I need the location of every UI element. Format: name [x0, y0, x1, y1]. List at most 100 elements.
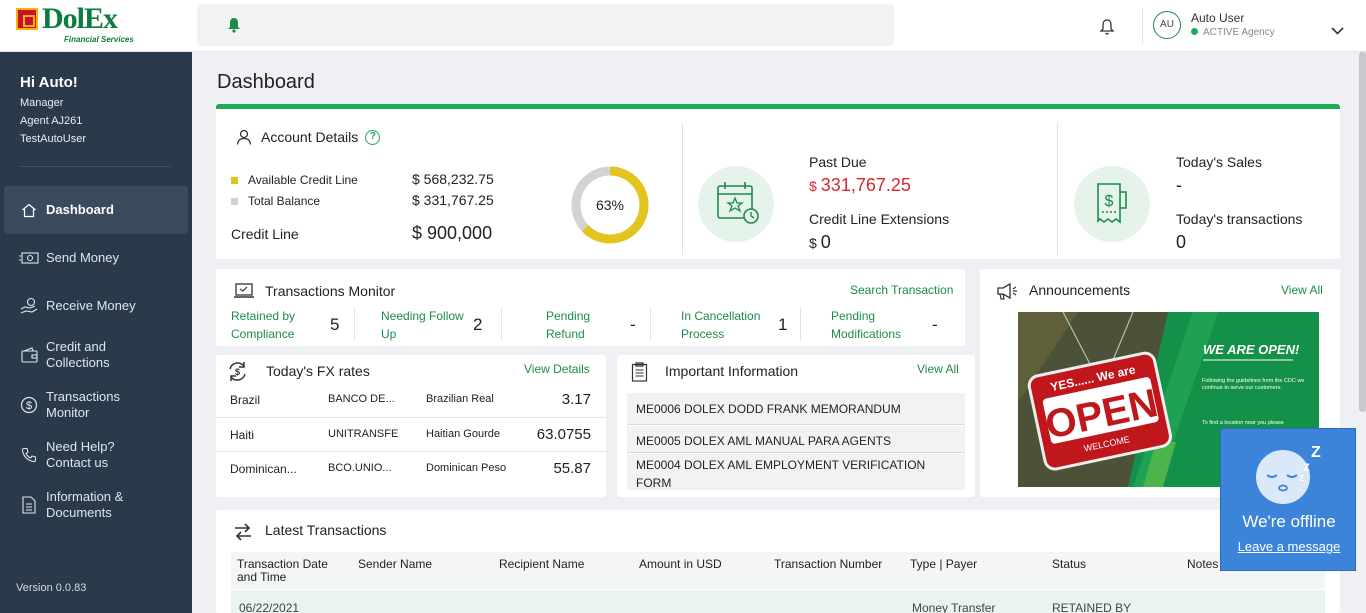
sidebar-item-label: Send Money	[46, 250, 119, 265]
calendar-icon	[698, 166, 774, 242]
info-item[interactable]: ME0005 DOLEX AML MANUAL PARA AGENTS	[627, 426, 965, 453]
notifications-bell-icon[interactable]	[1099, 18, 1115, 41]
dolex-logo[interactable]: DolEx Financial Services	[16, 2, 136, 46]
fx-row: Brazil BANCO DE... Brazilian Real 3.17	[216, 383, 606, 417]
wallet-icon	[18, 347, 40, 363]
tm-label-line1: Pending	[546, 309, 591, 323]
greeting: Hi Auto!	[20, 74, 78, 91]
fx-currency: Dominican Peso	[426, 462, 507, 474]
column-header-sender[interactable]: Sender Name	[358, 558, 432, 571]
row-type: Money Transfer	[912, 601, 996, 613]
donut-percent-label: 63%	[596, 197, 624, 213]
green-bell-icon[interactable]	[227, 17, 241, 38]
logo-wordmark: DolEx	[42, 2, 118, 35]
column-header-date[interactable]: Transaction Date and Time	[237, 558, 337, 584]
available-credit-value: $ 568,232.75	[412, 171, 494, 187]
svg-text:Z: Z	[1311, 444, 1321, 461]
past-due-value: $331,767.25	[809, 175, 911, 196]
transactions-monitor-title: Transactions Monitor	[265, 283, 396, 299]
available-credit-label: Available Credit Line	[248, 173, 358, 187]
sidebar-item-send-money[interactable]: Send Money	[4, 234, 188, 282]
tm-label-line1: In Cancellation	[681, 309, 761, 323]
todays-sales-value: -	[1176, 175, 1182, 195]
sidebar-item-credit-collections[interactable]: Credit and Collections	[4, 330, 188, 380]
table-row[interactable]: 06/22/2021 Money Transfer RETAINED BY	[231, 590, 1325, 613]
info-item[interactable]: ME0006 DOLEX DODD FRANK MEMORANDUM	[627, 393, 965, 425]
account-details-header: Account Details ?	[236, 129, 381, 145]
chat-status: We're offline	[1242, 512, 1336, 531]
leave-message-link[interactable]: Leave a message	[1221, 539, 1357, 554]
card-divider	[682, 123, 683, 255]
column-header-amount[interactable]: Amount in USD	[639, 558, 722, 571]
column-header-type-payer[interactable]: Type | Payer	[910, 558, 977, 571]
fx-rates-title: Today's FX rates	[266, 363, 370, 379]
row-date: 06/22/2021	[239, 601, 300, 613]
sleeping-face-icon: Z Z Z	[1256, 444, 1321, 504]
user-name[interactable]: Auto User	[1191, 11, 1244, 25]
tm-label: In Cancellation Process	[681, 307, 760, 343]
sidebar-item-dashboard[interactable]: Dashboard	[4, 186, 188, 234]
sidebar: Hi Auto! Manager Agent AJ261 TestAutoUse…	[0, 52, 192, 613]
past-due-currency: $	[809, 178, 817, 194]
tm-count: 1	[778, 315, 788, 334]
app-version: Version 0.0.83	[16, 582, 87, 594]
credit-extensions-currency: $	[809, 235, 817, 251]
user-status: ACTIVE Agency	[1191, 27, 1275, 38]
legend-available: Available Credit Line	[231, 173, 358, 187]
sidebar-item-label: Receive Money	[46, 298, 136, 313]
offline-chat-widget[interactable]: Z Z Z We're offline Leave a message	[1220, 428, 1356, 571]
tm-in-cancellation[interactable]: In Cancellation Process 1	[681, 307, 793, 341]
announcements-view-all-link[interactable]: View All	[1281, 283, 1323, 297]
search-transaction-link[interactable]: Search Transaction	[850, 283, 953, 297]
fx-currency: Haitian Gourde	[426, 428, 500, 440]
page-scrollbar[interactable]	[1359, 52, 1366, 412]
fx-rate: 63.0755	[536, 426, 591, 443]
swap-arrows-icon	[235, 523, 251, 541]
tm-label-line1: Pending	[831, 309, 876, 323]
announcements-title: Announcements	[1029, 282, 1131, 298]
megaphone-icon	[997, 283, 1017, 300]
fx-rates-card: $ Today's FX rates View Details Brazil B…	[216, 355, 606, 497]
fx-view-details-link[interactable]: View Details	[524, 362, 590, 376]
tm-count: 5	[330, 315, 340, 334]
todays-sales-label: Today's Sales	[1176, 154, 1262, 170]
info-view-all-link[interactable]: View All	[917, 362, 959, 376]
sidebar-item-transactions-monitor[interactable]: $ Transactions Monitor	[4, 380, 188, 430]
tm-pending-refund[interactable]: Pending Refund -	[546, 307, 646, 341]
avatar[interactable]: AU	[1153, 11, 1181, 39]
sidebar-item-label: Transactions Monitor	[46, 389, 120, 420]
sidebar-item-help[interactable]: Need Help? Contact us	[4, 430, 188, 480]
tm-count: -	[630, 315, 636, 334]
legend-swatch-balance	[231, 197, 238, 205]
top-search-bar[interactable]	[197, 4, 894, 46]
legend-swatch-available	[231, 176, 238, 184]
column-header-status[interactable]: Status	[1052, 558, 1086, 571]
sidebar-item-information-documents[interactable]: Information & Documents	[4, 480, 188, 530]
fx-rate: 55.87	[553, 460, 591, 477]
column-header-notes[interactable]: Notes	[1187, 558, 1218, 571]
tm-retained-compliance[interactable]: Retained by Compliance 5	[231, 307, 343, 341]
sidebar-item-label: Information & Documents	[46, 489, 124, 520]
column-header-recipient[interactable]: Recipient Name	[499, 558, 584, 571]
card-divider	[1057, 123, 1058, 255]
todays-transactions-value: 0	[1176, 232, 1187, 252]
tm-needing-follow-up[interactable]: Needing Follow Up 2	[381, 307, 493, 341]
logo-tagline: Financial Services	[64, 35, 134, 44]
document-icon	[18, 496, 40, 514]
tm-pending-modifications[interactable]: Pending Modifications -	[831, 307, 943, 341]
fx-row: Haiti UNITRANSFE Haitian Gourde 63.0755	[216, 417, 606, 451]
hand-money-icon	[18, 297, 40, 315]
tm-label-line1: Needing Follow	[381, 309, 464, 323]
top-bar: DolEx Financial Services AU Auto User AC…	[0, 0, 1366, 52]
tm-divider	[501, 307, 502, 341]
sidebar-item-label: Need Help? Contact us	[46, 439, 115, 470]
svg-text:Z: Z	[1303, 462, 1310, 474]
info-item[interactable]: ME0004 DOLEX AML EMPLOYMENT VERIFICATION…	[627, 454, 965, 490]
column-header-transaction-number[interactable]: Transaction Number	[774, 558, 882, 571]
fx-country: Haiti	[230, 428, 255, 442]
tm-label: Retained by Compliance	[231, 307, 295, 343]
sidebar-item-receive-money[interactable]: Receive Money	[4, 282, 188, 330]
chevron-down-icon[interactable]	[1331, 22, 1344, 40]
tm-label-line1: Retained by	[231, 309, 296, 323]
help-icon[interactable]: ?	[365, 129, 381, 145]
